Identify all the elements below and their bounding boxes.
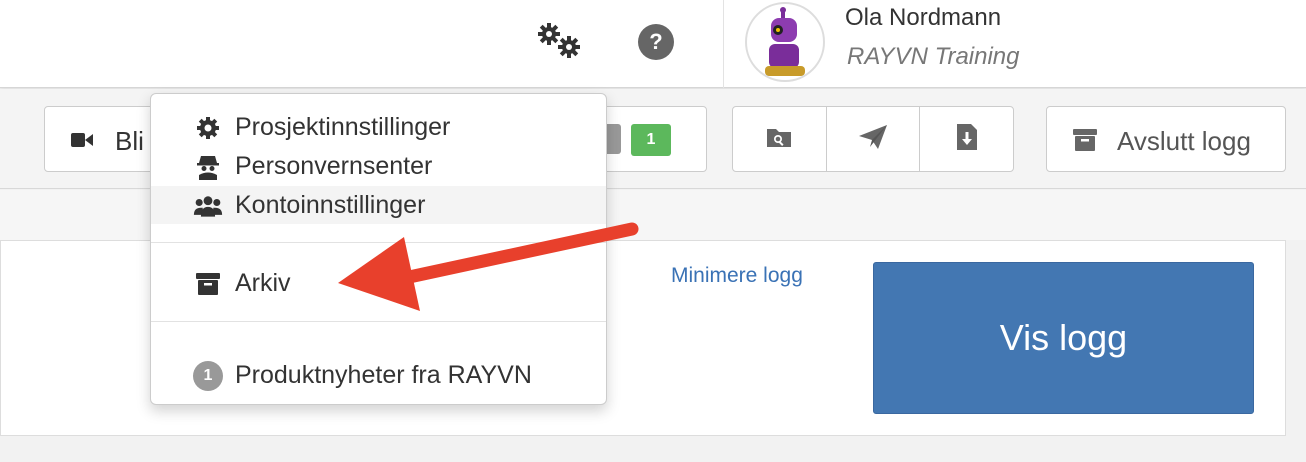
- menu-divider: [151, 321, 606, 322]
- menu-item-label: Personvernsenter: [235, 152, 433, 180]
- users-icon: [193, 194, 223, 218]
- download-file-button[interactable]: [920, 107, 1013, 171]
- show-log-button[interactable]: Vis logg: [873, 262, 1254, 414]
- menu-item-privacy-center[interactable]: Personvernsenter: [151, 147, 606, 185]
- menu-item-product-news[interactable]: 1 Produktnyheter fra RAYVN: [151, 356, 606, 394]
- spy-icon: [193, 155, 223, 180]
- send-button[interactable]: [827, 107, 921, 171]
- paper-plane-icon: [858, 124, 888, 155]
- menu-item-label: Prosjektinnstillinger: [235, 113, 451, 141]
- end-log-button[interactable]: Avslutt logg: [1046, 106, 1286, 172]
- user-name: Ola Nordmann: [845, 4, 1002, 31]
- avatar[interactable]: [745, 2, 825, 82]
- end-log-label: Avslutt logg: [1117, 126, 1251, 156]
- minimize-log-link[interactable]: Minimere logg: [671, 264, 803, 288]
- menu-item-label: Arkiv: [235, 269, 291, 297]
- user-organization: RAYVN Training: [847, 43, 1020, 70]
- annotation-arrow: [330, 215, 640, 315]
- bli-label: Bli: [115, 126, 144, 156]
- download-file-icon: [956, 123, 978, 156]
- video-camera-icon: [71, 131, 93, 149]
- count-badge: 1: [631, 124, 671, 156]
- menu-item-label: Produktnyheter fra RAYVN: [235, 361, 532, 389]
- archive-icon: [193, 272, 223, 296]
- gears-icon[interactable]: [535, 22, 587, 62]
- top-bar: ? Ola Nordmann RAYVN Training: [0, 0, 1306, 88]
- menu-item-project-settings[interactable]: Prosjektinnstillinger: [151, 108, 606, 146]
- news-count-badge: 1: [193, 361, 223, 391]
- action-button-group: [732, 106, 1014, 172]
- user-divider: [723, 0, 724, 88]
- search-file-button[interactable]: [733, 107, 827, 171]
- search-file-icon: [766, 126, 792, 153]
- help-button[interactable]: ?: [638, 24, 674, 60]
- gear-icon: [193, 116, 223, 140]
- news-badge-wrapper: 1: [193, 361, 223, 391]
- archive-icon: [1073, 129, 1097, 151]
